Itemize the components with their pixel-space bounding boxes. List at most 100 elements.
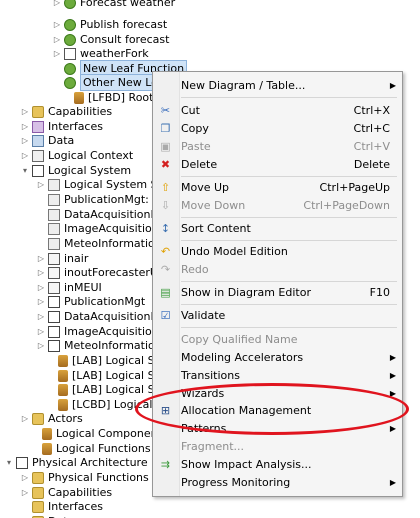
tree-item[interactable]: ▷ Forecast weather <box>52 0 175 10</box>
menu-item-label: Transitions <box>181 369 240 382</box>
port-icon <box>48 252 60 265</box>
expand-right-icon[interactable]: ▷ <box>52 46 62 61</box>
tree-item-label: Physical Architecture <box>32 456 148 469</box>
menu-item-label: Paste <box>181 140 211 153</box>
tree-item[interactable]: ▷ weatherFork <box>52 46 149 61</box>
submenu-arrow-icon: ▶ <box>389 81 396 90</box>
tree-item[interactable]: ▷ Data <box>20 133 74 148</box>
expand-right-icon[interactable]: ▷ <box>36 294 46 309</box>
function-icon <box>64 18 76 31</box>
tree-item[interactable]: ▷ Physical Functions <box>20 470 149 485</box>
logical-system-icon <box>48 222 60 235</box>
menu-item-move-down[interactable]: ⇩ Move Down Ctrl+PageDown <box>153 196 402 215</box>
tree-item-label: Logical System <box>48 164 132 177</box>
expand-right-icon[interactable]: ▷ <box>20 411 30 426</box>
menu-item-copy-qualified-name[interactable]: Copy Qualified Name <box>153 330 402 349</box>
menu-item-progress-monitoring[interactable]: Progress Monitoring ▶ <box>153 473 402 492</box>
menu-item-allocation-management[interactable]: ⊞ Allocation Management <box>153 401 402 420</box>
context-menu: New Diagram / Table... ▶ ✂ Cut Ctrl+X ❐ Copy Ct… <box>152 71 403 497</box>
expand-right-icon[interactable]: ▷ <box>36 324 46 339</box>
tree-item[interactable]: ▾ Physical Architecture <box>4 455 148 470</box>
validate-icon: ☑ <box>160 309 171 322</box>
logical-system-icon <box>48 237 60 250</box>
menu-item-new-diagram-table[interactable]: New Diagram / Table... ▶ <box>153 76 402 95</box>
impact-analysis-icon: ⇉ <box>160 458 171 471</box>
tree-item-label: Forecast weather <box>80 0 176 9</box>
tree-item[interactable]: ▷ Publish forecast <box>52 17 167 32</box>
component-icon <box>48 325 60 338</box>
menu-item-label: Undo Model Edition <box>181 245 288 258</box>
tree-item[interactable]: ▷ inMEUI <box>36 280 102 295</box>
menu-item-paste[interactable]: ▣ Paste Ctrl+V <box>153 137 402 156</box>
diagram-editor-icon: ▤ <box>160 286 171 299</box>
menu-item-show-in-diagram-editor[interactable]: ▤ Show in Diagram Editor F10 <box>153 283 402 302</box>
port-icon <box>48 266 60 279</box>
expand-down-icon[interactable]: ▾ <box>20 163 30 178</box>
expand-right-icon[interactable]: ▷ <box>36 280 46 295</box>
tree-item[interactable]: Interfaces <box>20 499 103 514</box>
tree-item[interactable]: ▷ inair <box>36 251 88 266</box>
data-icon <box>32 134 44 147</box>
menu-item-redo[interactable]: ↷ Redo <box>153 260 402 279</box>
menu-item-sort-content[interactable]: ↕ Sort Content <box>153 219 402 238</box>
tree-item[interactable]: ▷ Capabilities <box>20 485 112 500</box>
menu-item-show-impact-analysis[interactable]: ⇉ Show Impact Analysis... <box>153 455 402 474</box>
menu-item-modeling-accelerators[interactable]: Modeling Accelerators ▶ <box>153 348 402 367</box>
tree-item-label: Interfaces <box>48 120 103 133</box>
menu-item-label: Cut <box>181 104 200 117</box>
tree-item-label: Logical Context <box>48 149 134 162</box>
tree-item-label: Consult forecast <box>80 33 170 46</box>
tree-item[interactable]: ▷ Consult forecast <box>52 32 170 47</box>
lab-icon <box>42 442 52 455</box>
expand-right-icon[interactable]: ▷ <box>20 104 30 119</box>
expand-right-icon[interactable]: ▷ <box>20 133 30 148</box>
tree-item[interactable]: ▷ Logical Context <box>20 148 133 163</box>
expand-right-icon[interactable]: ▷ <box>20 485 30 500</box>
expand-right-icon[interactable]: ▷ <box>52 0 62 10</box>
menu-item-undo-model-edition[interactable]: ↶ Undo Model Edition <box>153 242 402 261</box>
tree-item[interactable]: ▷ Data <box>20 514 74 518</box>
menu-item-delete[interactable]: ✖ Delete Delete <box>153 155 402 174</box>
arrow-down-icon: ⇩ <box>160 199 171 212</box>
lab-icon <box>58 369 68 382</box>
submenu-arrow-icon: ▶ <box>389 371 396 380</box>
expand-right-icon[interactable]: ▷ <box>36 177 46 192</box>
expand-right-icon[interactable]: ▷ <box>36 309 46 324</box>
expand-right-icon[interactable]: ▷ <box>52 32 62 47</box>
lab-icon <box>74 91 84 104</box>
menu-item-move-up[interactable]: ⇧ Move Up Ctrl+PageUp <box>153 178 402 197</box>
expand-right-icon[interactable]: ▷ <box>36 338 46 353</box>
expand-right-icon[interactable]: ▷ <box>36 251 46 266</box>
menu-item-cut[interactable]: ✂ Cut Ctrl+X <box>153 101 402 120</box>
component-icon <box>32 164 44 177</box>
folder-icon <box>32 105 44 118</box>
menu-item-label: Patterns <box>181 422 227 435</box>
expand-right-icon[interactable]: ▷ <box>20 119 30 134</box>
menu-item-label: New Diagram / Table... <box>181 79 306 92</box>
submenu-arrow-icon: ▶ <box>389 478 396 487</box>
menu-item-fragment[interactable]: Fragment... <box>153 437 402 456</box>
tree-item[interactable]: ▷ Actors <box>20 411 83 426</box>
expand-right-icon[interactable]: ▷ <box>20 514 30 518</box>
menu-item-transitions[interactable]: Transitions ▶ <box>153 366 402 385</box>
expand-right-icon[interactable]: ▷ <box>20 470 30 485</box>
function-icon <box>64 33 76 46</box>
tree-item[interactable]: ▾ Logical System <box>20 163 131 178</box>
expand-right-icon[interactable]: ▷ <box>52 17 62 32</box>
tree-item[interactable]: ▷ inoutForecasterUI <box>36 265 161 280</box>
expand-right-icon[interactable]: ▷ <box>20 148 30 163</box>
tree-item[interactable]: ▷ PublicationMgt <box>36 294 145 309</box>
menu-item-label: Copy <box>181 122 209 135</box>
menu-separator <box>181 304 397 305</box>
lab-icon <box>42 427 52 440</box>
tree-item[interactable]: ▷ Capabilities <box>20 104 112 119</box>
expand-right-icon[interactable]: ▷ <box>36 265 46 280</box>
expand-down-icon[interactable]: ▾ <box>4 455 14 470</box>
menu-item-label: Validate <box>181 309 226 322</box>
menu-item-patterns[interactable]: Patterns ▶ <box>153 419 402 438</box>
lab-icon <box>58 398 68 411</box>
menu-item-label: Redo <box>181 263 209 276</box>
menu-item-validate[interactable]: ☑ Validate <box>153 306 402 325</box>
tree-item[interactable]: ▷ Interfaces <box>20 119 103 134</box>
menu-item-copy[interactable]: ❐ Copy Ctrl+C <box>153 119 402 138</box>
